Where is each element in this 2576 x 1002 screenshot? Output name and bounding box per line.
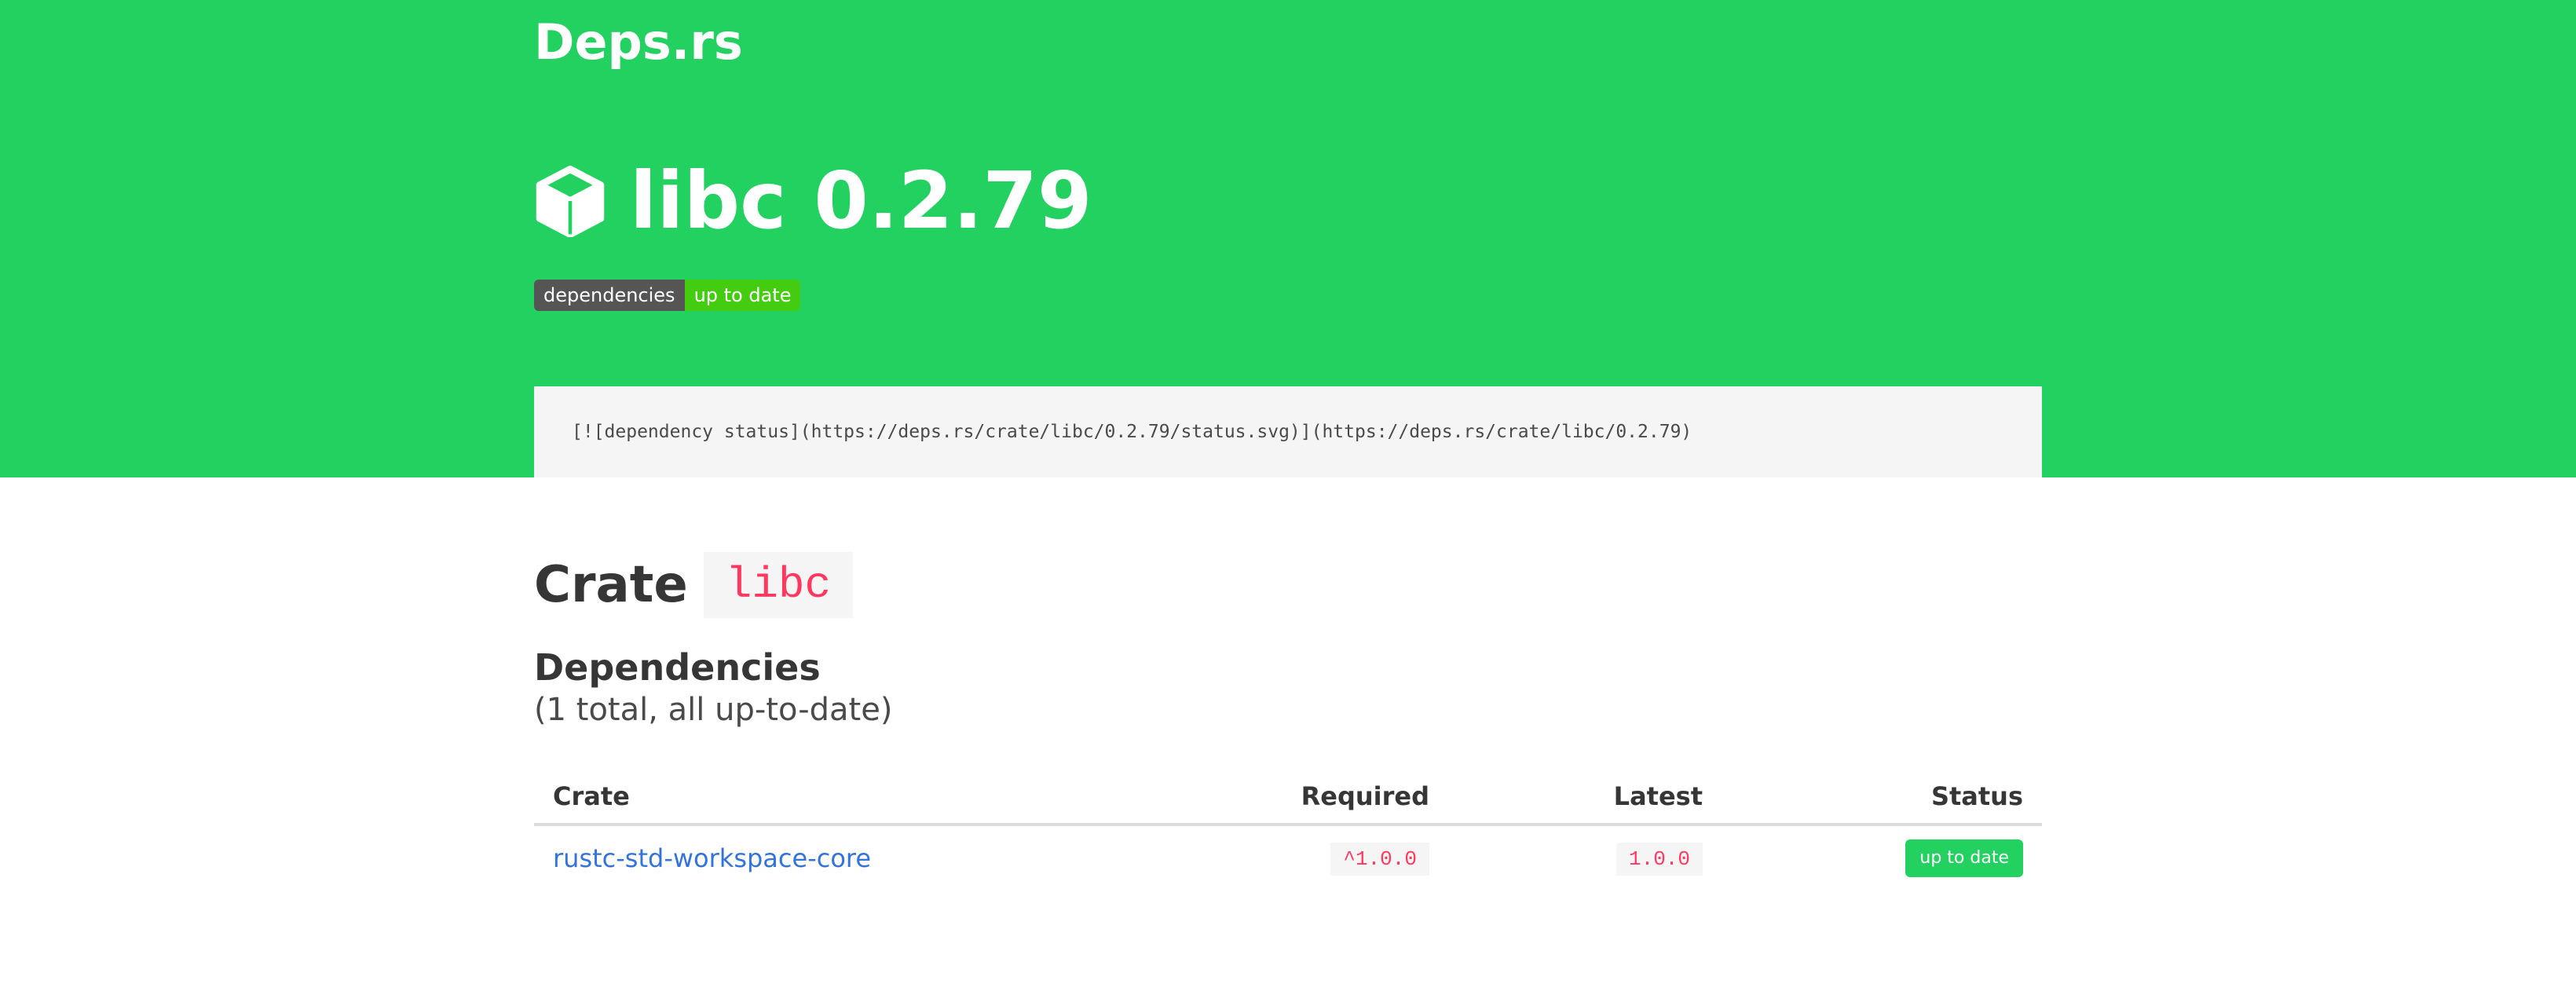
badge-label: dependencies	[534, 280, 685, 311]
crate-name-code: libc	[703, 552, 854, 618]
dependencies-table: Crate Required Latest Status rustc-std-w…	[534, 770, 2042, 890]
cell-status: up to date	[1722, 825, 2042, 890]
cube-icon	[536, 165, 605, 237]
required-version: ^1.0.0	[1330, 843, 1429, 876]
table-row: rustc-std-workspace-core ^1.0.0 1.0.0 up…	[534, 825, 2042, 890]
latest-version: 1.0.0	[1615, 843, 1703, 876]
crate-heading-label: Crate	[534, 556, 688, 614]
dependency-link[interactable]: rustc-std-workspace-core	[553, 843, 871, 873]
cell-required: ^1.0.0	[1128, 825, 1448, 890]
table-header-row: Crate Required Latest Status	[534, 770, 2042, 826]
page-title: libc 0.2.79	[534, 154, 1092, 248]
column-crate: Crate	[534, 770, 1128, 826]
badge-markdown-snippet[interactable]: [![dependency status](https://deps.rs/cr…	[534, 386, 2042, 477]
cell-crate: rustc-std-workspace-core	[534, 825, 1128, 890]
status-tag: up to date	[1905, 839, 2023, 877]
status-badge[interactable]: dependencies up to date	[534, 280, 801, 311]
crate-title: libc 0.2.79	[630, 155, 1092, 247]
brand-link[interactable]: Deps.rs	[534, 11, 743, 74]
column-required: Required	[1128, 770, 1448, 826]
crate-heading: Crate libc	[534, 550, 854, 620]
markdown-code[interactable]: [![dependency status](https://deps.rs/cr…	[572, 422, 1692, 442]
dependencies-title: Dependencies	[534, 646, 821, 689]
dependencies-summary: (1 total, all up-to-date)	[534, 692, 893, 728]
column-status: Status	[1722, 770, 2042, 826]
badge-value: up to date	[684, 280, 801, 311]
column-latest: Latest	[1448, 770, 1722, 826]
cell-latest: 1.0.0	[1448, 825, 1722, 890]
